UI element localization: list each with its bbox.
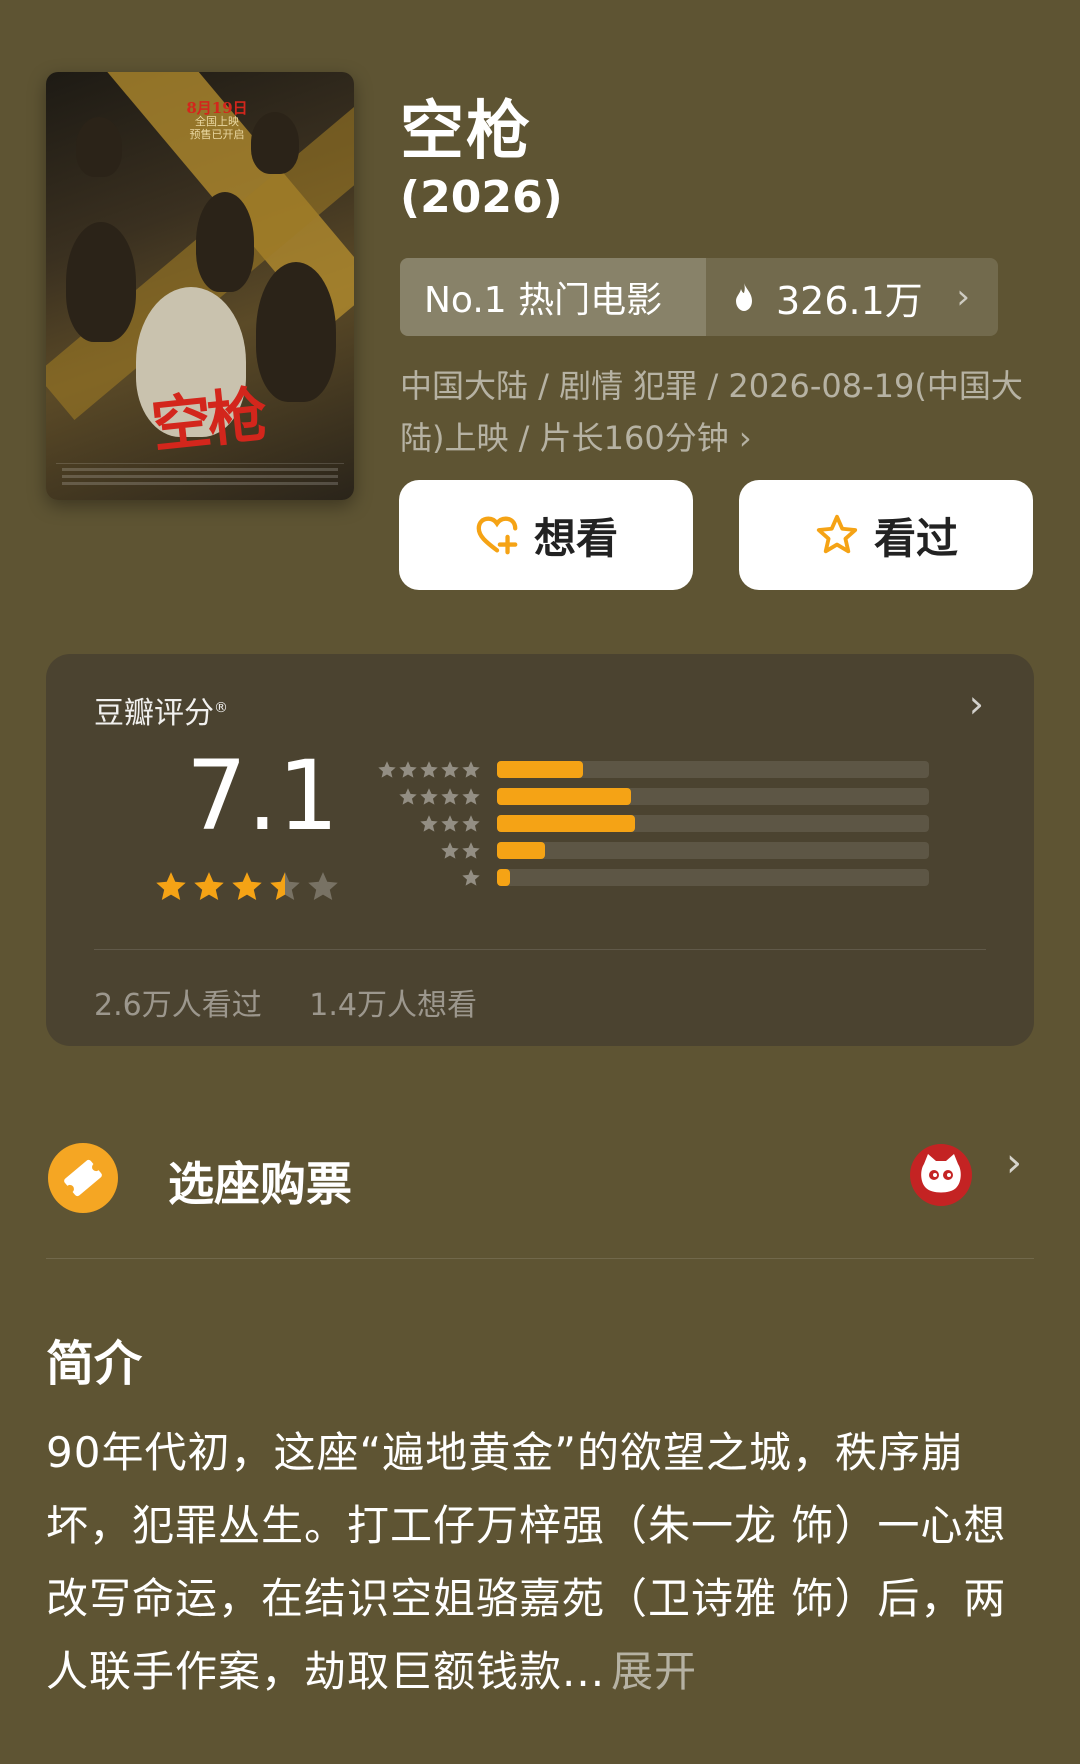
rating-row-3-star bbox=[371, 810, 929, 837]
star-icon bbox=[308, 872, 338, 901]
small-star-icon bbox=[441, 787, 459, 805]
movie-year: (2026) bbox=[400, 172, 563, 223]
small-star-icon bbox=[399, 787, 417, 805]
rating-row-2-star bbox=[371, 837, 929, 864]
star-icon bbox=[270, 872, 300, 901]
rating-row-5-star bbox=[371, 756, 929, 783]
row-stars bbox=[371, 760, 481, 780]
watched-label: 看过 bbox=[873, 513, 958, 563]
intro-body: 90年代初，这座“遍地黄金”的欲望之城，秩序崩坏，犯罪丛生。打工仔万梓强（朱一龙… bbox=[46, 1428, 1007, 1696]
intro-title: 简介 bbox=[46, 1336, 143, 1392]
ranking-banner[interactable]: No.1 热门电影 326.1万 › bbox=[400, 258, 998, 336]
heart-plus-icon bbox=[476, 516, 518, 555]
douban-rating-card[interactable]: 豆瓣评分® › 7.1 2.6万人看过 1.4万人想看 bbox=[46, 654, 1034, 1046]
chevron-right-icon: › bbox=[956, 277, 970, 317]
small-star-icon bbox=[462, 787, 480, 805]
rating-bar-track bbox=[497, 842, 929, 859]
movie-meta[interactable]: 中国大陆 / 剧情 犯罪 / 2026-08-19(中国大陆)上映 / 片长16… bbox=[400, 360, 1040, 464]
poster-title-art: 空枪 bbox=[148, 380, 267, 462]
rating-bar-fill bbox=[497, 761, 584, 778]
poster-credits bbox=[56, 463, 344, 490]
small-star-icon bbox=[441, 760, 459, 778]
small-star-icon bbox=[420, 760, 438, 778]
small-star-icon bbox=[462, 841, 480, 859]
flame-icon bbox=[736, 283, 752, 311]
seen-count: 2.6万人看过 bbox=[94, 988, 262, 1023]
small-star-icon bbox=[378, 760, 396, 778]
star-outline-icon bbox=[816, 514, 858, 554]
rank-label: No.1 热门电影 bbox=[400, 258, 706, 336]
small-star-icon bbox=[441, 841, 459, 859]
divider bbox=[94, 949, 986, 950]
movie-poster[interactable]: 8月19日 全国上映 预售已开启 空枪 bbox=[46, 72, 354, 500]
rating-bar-track bbox=[497, 761, 929, 778]
intro-text: 90年代初，这座“遍地黄金”的欲望之城，秩序崩坏，犯罪丛生。打工仔万梓强（朱一龙… bbox=[46, 1416, 1036, 1708]
rating-row-1-star bbox=[371, 864, 929, 891]
star-icon bbox=[232, 872, 262, 901]
chevron-right-icon[interactable]: › bbox=[969, 682, 984, 726]
want-count: 1.4万人想看 bbox=[309, 988, 477, 1023]
rating-bar-track bbox=[497, 815, 929, 832]
rating-bar-fill bbox=[497, 788, 631, 805]
buy-ticket-row[interactable]: 选座购票 › bbox=[46, 1140, 1034, 1228]
rating-distribution bbox=[371, 756, 929, 891]
small-star-icon bbox=[441, 814, 459, 832]
row-stars bbox=[371, 814, 481, 834]
rating-bar-fill bbox=[497, 842, 545, 859]
small-star-icon bbox=[462, 814, 480, 832]
maoyan-cat-icon bbox=[910, 1144, 972, 1206]
rating-bar-fill bbox=[497, 869, 510, 886]
small-star-icon bbox=[420, 814, 438, 832]
buy-ticket-label: 选座购票 bbox=[168, 1157, 352, 1211]
heat-value: 326.1万 bbox=[776, 278, 923, 323]
rating-row-4-star bbox=[371, 783, 929, 810]
rating-score: 7.1 bbox=[186, 740, 339, 852]
row-stars bbox=[371, 841, 481, 861]
heat-indicator: 326.1万 › bbox=[706, 258, 998, 336]
small-star-icon bbox=[462, 760, 480, 778]
row-stars bbox=[371, 787, 481, 807]
star-icon bbox=[194, 872, 224, 901]
watched-button[interactable]: 看过 bbox=[739, 480, 1033, 590]
star-icon bbox=[156, 872, 186, 901]
small-star-icon bbox=[462, 868, 480, 886]
chevron-right-icon: › bbox=[1006, 1140, 1022, 1186]
want-to-watch-button[interactable]: 想看 bbox=[399, 480, 693, 590]
row-stars bbox=[371, 868, 481, 888]
rating-label: 豆瓣评分® bbox=[94, 696, 228, 731]
expand-link[interactable]: 展开 bbox=[611, 1647, 697, 1696]
small-star-icon bbox=[420, 787, 438, 805]
ticket-icon bbox=[48, 1143, 118, 1213]
rating-bar-track bbox=[497, 788, 929, 805]
small-star-icon bbox=[399, 760, 417, 778]
divider bbox=[46, 1258, 1034, 1259]
rating-stars bbox=[154, 870, 340, 904]
want-to-watch-label: 想看 bbox=[533, 513, 618, 563]
rating-bar-track bbox=[497, 869, 929, 886]
movie-title: 空枪 bbox=[400, 95, 532, 169]
poster-release-date: 8月19日 全国上映 预售已开启 bbox=[186, 99, 248, 142]
rating-stats: 2.6万人看过 1.4万人想看 bbox=[94, 980, 515, 1024]
rating-bar-fill bbox=[497, 815, 636, 832]
